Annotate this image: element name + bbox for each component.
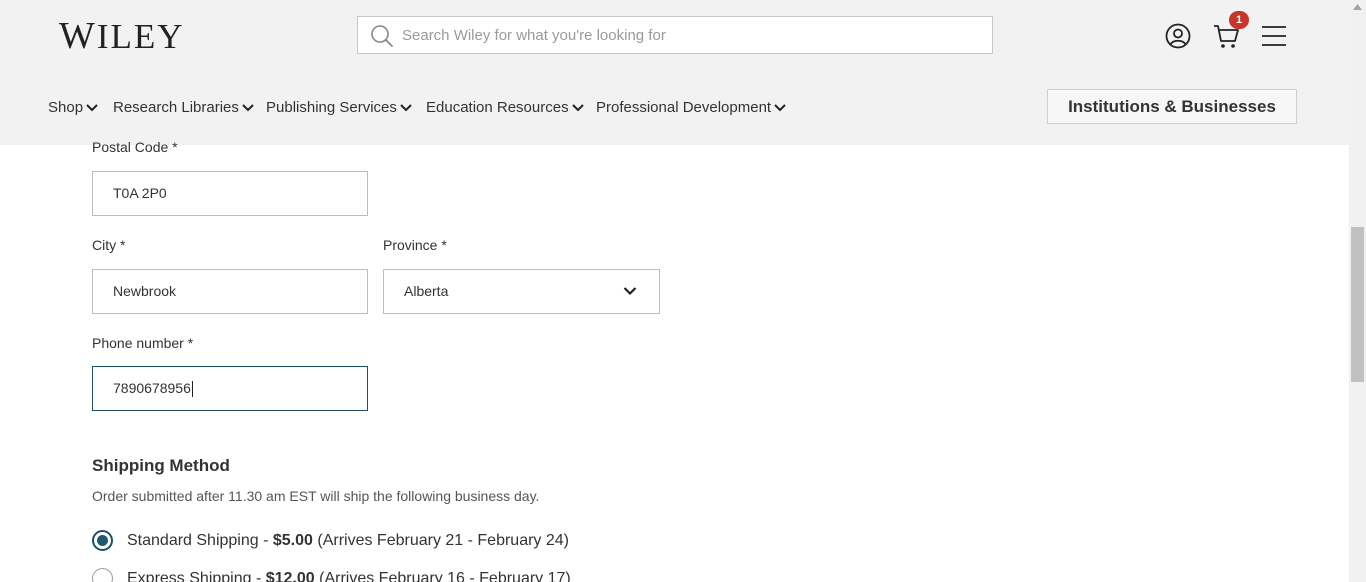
nav-item-publishing-services[interactable]: Publishing Services (266, 98, 412, 118)
province-selected-value: Alberta (404, 283, 449, 299)
nav-item-research-libraries[interactable]: Research Libraries (113, 98, 254, 118)
hamburger-menu-icon[interactable] (1260, 22, 1288, 50)
postal-code-label: Postal Code * (92, 139, 178, 155)
page-scrollbar[interactable] (1349, 0, 1366, 582)
phone-number-value: 7890678956 (113, 380, 191, 396)
nav-item-label: Professional Development (596, 99, 772, 116)
nav-item-label: Publishing Services (266, 99, 397, 116)
nav-item-education-resources[interactable]: Education Resources (426, 98, 584, 118)
phone-number-label: Phone number * (92, 335, 194, 351)
text-cursor (191, 381, 193, 398)
scrollbar-thumb[interactable] (1351, 227, 1364, 382)
chevron-down-icon (774, 104, 786, 112)
logo-initial: W (59, 15, 97, 57)
nav-item-label: Shop (48, 99, 84, 116)
cart-count-badge: 1 (1229, 11, 1249, 29)
shipping-option-name: Express Shipping - (127, 570, 266, 582)
search-icon[interactable] (370, 24, 394, 48)
shipping-method-title: Shipping Method (92, 456, 230, 475)
shipping-option-price: $5.00 (272, 532, 313, 549)
nav-item-label: Research Libraries (113, 99, 239, 116)
shipping-option-arrival: (Arrives February 16 - February 17) (314, 570, 571, 582)
nav-item-shop[interactable]: Shop (48, 98, 98, 118)
institutions-businesses-button[interactable]: Institutions & Businesses (1047, 89, 1297, 124)
postal-code-field[interactable]: T0A 2P0 (92, 171, 368, 216)
search-box[interactable] (357, 16, 993, 54)
city-field[interactable]: Newbrook (92, 269, 368, 314)
nav-item-label: Education Resources (426, 99, 569, 116)
chevron-down-icon (86, 104, 98, 112)
shipping-option-label: Express Shipping - $12.00 (Arrives Febru… (127, 568, 571, 582)
radio-button[interactable] (92, 568, 113, 582)
city-label: City * (92, 237, 126, 253)
shipping-option-name: Standard Shipping - (127, 532, 273, 549)
top-header: WILEY 1 (0, 0, 1366, 70)
logo-rest: ILEY (96, 17, 185, 56)
account-icon[interactable] (1164, 22, 1192, 50)
search-input[interactable] (402, 18, 982, 52)
province-label: Province * (383, 237, 447, 253)
phone-number-field[interactable]: 7890678956 (92, 366, 368, 411)
chevron-down-icon (242, 104, 254, 112)
chevron-down-icon (623, 287, 637, 296)
shipping-option-price: $12.00 (265, 570, 315, 582)
province-select[interactable]: Alberta (383, 269, 660, 314)
shipping-option-arrival: (Arrives February 21 - February 24) (312, 532, 569, 549)
nav-item-professional-development[interactable]: Professional Development (596, 98, 786, 118)
shipping-option-label: Standard Shipping - $5.00 (Arrives Febru… (127, 530, 569, 552)
shipping-cutoff-note: Order submitted after 11.30 am EST will … (92, 488, 540, 504)
scroll-up-arrow-icon[interactable] (1353, 4, 1362, 10)
wiley-logo[interactable]: WILEY (59, 16, 185, 57)
chevron-down-icon (571, 104, 584, 112)
chevron-down-icon (400, 104, 412, 112)
radio-button-selected[interactable] (92, 530, 113, 551)
